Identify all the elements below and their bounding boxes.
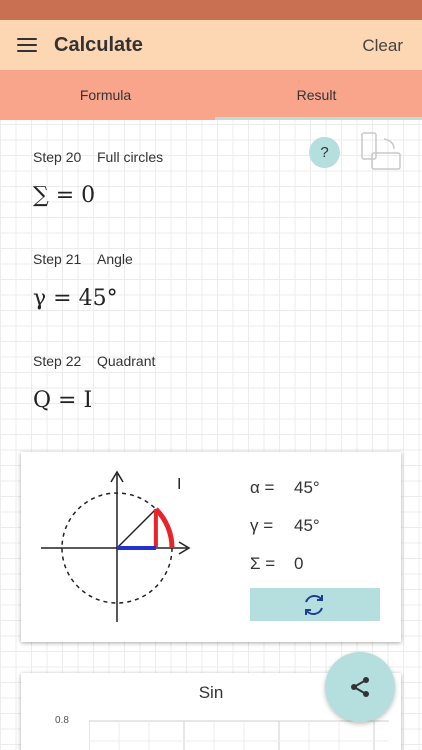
step-22-title: Quadrant [97, 353, 156, 369]
angle-indicator [116, 507, 175, 550]
app-title: Calculate [54, 34, 143, 56]
step-20-label: Step 20 Full circles [33, 149, 163, 165]
app-bar: Calculate Clear [0, 20, 422, 70]
status-bar [0, 0, 422, 20]
step-20-formula: ∑ = 0 [33, 183, 96, 208]
alpha-value: 45° [294, 478, 320, 497]
step-21-label: Step 21 Angle [33, 251, 133, 267]
sigma-value: 0 [294, 554, 304, 573]
menu-icon[interactable] [17, 38, 37, 52]
tab-result[interactable]: Result [211, 70, 422, 120]
quadrant-label: I [177, 476, 181, 493]
active-tab-indicator [215, 117, 422, 120]
step-22-formula: Q = I [33, 388, 93, 413]
share-icon [351, 677, 369, 697]
share-button[interactable] [325, 652, 395, 722]
refresh-button[interactable] [250, 588, 380, 621]
step-20-title: Full circles [97, 149, 164, 165]
unit-circle-diagram: I [41, 470, 191, 622]
radius-line [116, 508, 157, 549]
refresh-icon [305, 595, 323, 615]
chart-grid [89, 720, 389, 750]
step-21-title: Angle [97, 251, 133, 267]
gamma-value: 45° [294, 516, 320, 535]
alpha-row: α = 45° [250, 478, 320, 498]
y-tick-label: 0.8 [55, 715, 69, 726]
clear-button[interactable]: Clear [362, 36, 403, 56]
tab-bar: Formula Result [0, 70, 422, 120]
step-21-formula: γ = 45° [33, 286, 118, 311]
gamma-row: γ = 45° [250, 516, 320, 536]
sigma-row: Σ = 0 [250, 554, 303, 574]
angle-arc [154, 507, 175, 549]
tab-formula[interactable]: Formula [0, 70, 211, 120]
help-button[interactable]: ? [309, 137, 340, 168]
sigma-key: Σ = [250, 554, 276, 573]
step-20-number: Step 20 [33, 149, 82, 165]
gamma-key: γ = [250, 516, 274, 535]
unit-circle-card: I α = 45° γ = 45° Σ = 0 [21, 452, 401, 642]
step-22-number: Step 22 [33, 353, 82, 369]
step-22-label: Step 22 Quadrant [33, 353, 155, 369]
rotate-device-icon[interactable] [358, 131, 402, 173]
alpha-key: α = [250, 478, 275, 497]
step-21-number: Step 21 [33, 251, 82, 267]
